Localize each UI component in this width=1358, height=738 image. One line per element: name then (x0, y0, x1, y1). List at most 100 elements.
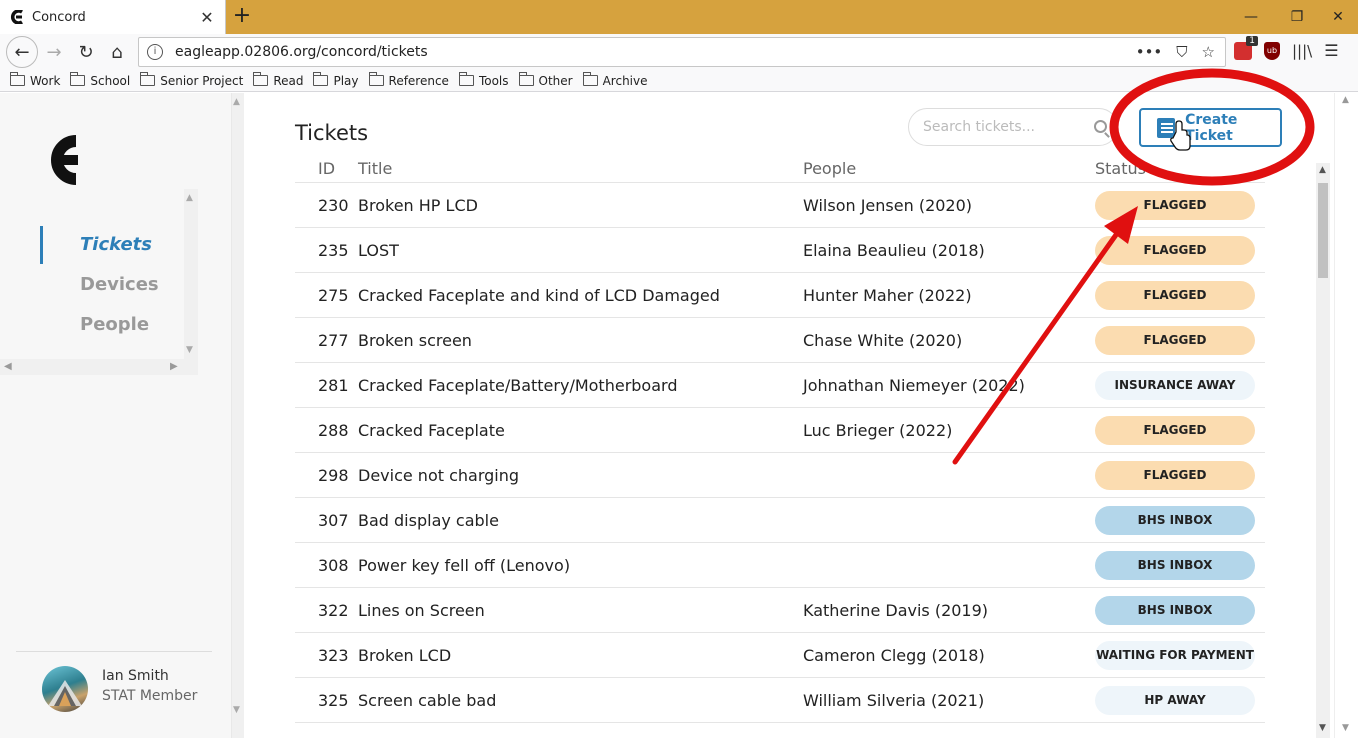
ticket-title[interactable]: Bad display cable (358, 511, 803, 530)
pocket-icon[interactable]: ⛉ (1176, 43, 1187, 61)
bookmark-work[interactable]: Work (10, 72, 60, 88)
search-input[interactable] (923, 119, 1093, 135)
close-window-icon[interactable]: ✕ (1318, 0, 1358, 34)
column-people[interactable]: People (803, 159, 1095, 178)
scroll-down-icon[interactable]: ▼ (1319, 723, 1326, 733)
bookmark-archive[interactable]: Archive (582, 72, 648, 88)
ticket-title[interactable]: Broken HP LCD (358, 196, 803, 215)
status-badge[interactable]: FLAGGED (1095, 460, 1255, 490)
table-row[interactable]: 277 Broken screen Chase White (2020) FLAGGE… (295, 318, 1265, 363)
scroll-up-icon[interactable]: ▲ (1342, 95, 1349, 105)
ticket-people[interactable]: Chase White (2020) (803, 331, 1095, 350)
table-row[interactable]: 288 Cracked Faceplate Luc Brieger (2022) FL… (295, 408, 1265, 453)
ticket-title[interactable]: Broken screen (358, 331, 803, 350)
sidebar-item-people[interactable]: People (40, 306, 149, 344)
close-tab-icon[interactable]: ✕ (195, 8, 219, 27)
ticket-title[interactable]: Broken LCD (358, 646, 803, 665)
table-row[interactable]: 325 Screen cable bad William Silveria (202… (295, 678, 1265, 723)
status-badge[interactable]: FLAGGED (1095, 235, 1255, 265)
reload-icon[interactable]: ↻ (70, 36, 102, 68)
extension-red-icon[interactable]: 1 (1234, 35, 1258, 60)
column-status[interactable]: Status (1095, 159, 1265, 178)
ticket-people[interactable]: Luc Brieger (2022) (803, 421, 1095, 440)
back-icon[interactable]: ← (6, 36, 38, 68)
ticket-people[interactable]: Johnathan Niemeyer (2022) (803, 376, 1095, 395)
bookmark-school[interactable]: School (70, 72, 130, 88)
table-row[interactable]: 307 Bad display cable BHS INBOX (295, 498, 1265, 543)
user-profile[interactable]: Ian Smith STAT Member (16, 651, 212, 721)
table-row[interactable]: 235 LOST Elaina Beaulieu (2018) FLAGGED (295, 228, 1265, 273)
scroll-right-icon[interactable]: ▶ (170, 361, 178, 372)
column-title[interactable]: Title (358, 159, 803, 178)
status-badge[interactable]: FLAGGED (1095, 325, 1255, 355)
bookmark-read[interactable]: Read (253, 72, 303, 88)
status-badge[interactable]: INSURANCE AWAY (1095, 370, 1255, 400)
new-tab-icon[interactable]: + (228, 3, 256, 31)
bookmark-other[interactable]: Other (518, 72, 573, 88)
table-row[interactable]: 298 Device not charging FLAGGED (295, 453, 1265, 498)
column-id[interactable]: ID (295, 159, 358, 178)
scroll-up-icon[interactable]: ▲ (1319, 165, 1326, 175)
ublock-icon[interactable]: ub (1264, 41, 1280, 60)
ticket-title[interactable]: Screen cable bad (358, 691, 803, 710)
scroll-thumb[interactable] (1318, 183, 1328, 278)
table-scrollbar[interactable]: ▲ ▼ (1316, 163, 1330, 738)
status-badge[interactable]: BHS INBOX (1095, 550, 1255, 580)
sidebar-item-tickets[interactable]: Tickets (40, 226, 152, 264)
sidebar-nav-hscrollbar[interactable]: ◀ ▶ (0, 359, 198, 375)
scroll-down-icon[interactable]: ▼ (186, 345, 193, 355)
ticket-title[interactable]: Power key fell off (Lenovo) (358, 556, 803, 575)
sidebar-item-devices[interactable]: Devices (40, 266, 159, 304)
browser-tab[interactable]: Concord ✕ (0, 0, 226, 34)
info-icon[interactable]: i (147, 44, 163, 60)
ticket-people[interactable]: Hunter Maher (2022) (803, 286, 1095, 305)
bookmark-tools[interactable]: Tools (458, 72, 509, 88)
ticket-people[interactable]: Wilson Jensen (2020) (803, 196, 1095, 215)
library-icon[interactable]: |||\ (1292, 42, 1312, 60)
ticket-people[interactable]: Elaina Beaulieu (2018) (803, 241, 1095, 260)
table-row[interactable]: 281 Cracked Faceplate/Battery/Motherboard… (295, 363, 1265, 408)
ticket-title[interactable]: Device not charging (358, 466, 803, 485)
status-badge[interactable]: FLAGGED (1095, 415, 1255, 445)
scroll-up-icon[interactable]: ▲ (233, 97, 240, 107)
scroll-down-icon[interactable]: ▼ (233, 705, 240, 715)
home-icon[interactable]: ⌂ (101, 36, 133, 68)
ticket-title[interactable]: Cracked Faceplate and kind of LCD Damage… (358, 286, 803, 305)
search-box[interactable] (908, 108, 1118, 146)
restore-icon[interactable]: ❐ (1274, 0, 1320, 34)
status-badge[interactable]: WAITING FOR PAYMENT (1095, 640, 1255, 670)
ticket-title[interactable]: Cracked Faceplate (358, 421, 803, 440)
sidebar-scrollbar[interactable]: ▲ ▼ (232, 93, 244, 738)
create-ticket-button[interactable]: Create Ticket (1139, 108, 1282, 147)
hamburger-menu-icon[interactable]: ☰ (1324, 41, 1338, 60)
bookmark-senior-project[interactable]: Senior Project (140, 72, 243, 88)
ticket-title[interactable]: LOST (358, 241, 803, 260)
forward-icon[interactable]: → (38, 36, 70, 68)
status-badge[interactable]: BHS INBOX (1095, 505, 1255, 535)
bookmark-play[interactable]: Play (313, 72, 359, 88)
page-actions-icon[interactable]: ••• (1136, 43, 1163, 61)
status-badge[interactable]: BHS INBOX (1095, 595, 1255, 625)
status-badge[interactable]: HP AWAY (1095, 685, 1255, 715)
table-row[interactable]: 323 Broken LCD Cameron Clegg (2018) WAITING… (295, 633, 1265, 678)
table-row[interactable]: 230 Broken HP LCD Wilson Jensen (2020) FLAG… (295, 183, 1265, 228)
status-badge[interactable]: FLAGGED (1095, 190, 1255, 220)
url-text[interactable]: eagleapp.02806.org/concord/tickets (175, 44, 1136, 60)
ticket-people[interactable]: Katherine Davis (2019) (803, 601, 1095, 620)
scroll-left-icon[interactable]: ◀ (4, 361, 12, 372)
status-badge[interactable]: FLAGGED (1095, 280, 1255, 310)
ticket-title[interactable]: Lines on Screen (358, 601, 803, 620)
scroll-down-icon[interactable]: ▼ (1342, 723, 1349, 733)
table-row[interactable]: 275 Cracked Faceplate and kind of LCD Dam… (295, 273, 1265, 318)
scroll-up-icon[interactable]: ▲ (186, 193, 193, 203)
search-icon[interactable] (1094, 120, 1107, 133)
ticket-people[interactable]: Cameron Clegg (2018) (803, 646, 1095, 665)
concord-logo-icon[interactable] (40, 133, 80, 187)
ticket-people[interactable]: William Silveria (2021) (803, 691, 1095, 710)
table-row[interactable]: 308 Power key fell off (Lenovo) BHS INBOX (295, 543, 1265, 588)
bookmark-reference[interactable]: Reference (368, 72, 449, 88)
url-bar[interactable]: i eagleapp.02806.org/concord/tickets •••… (138, 37, 1226, 67)
ticket-title[interactable]: Cracked Faceplate/Battery/Motherboard (358, 376, 803, 395)
page-scrollbar[interactable]: ▲ ▼ (1334, 93, 1358, 738)
minimize-icon[interactable]: — (1228, 0, 1274, 34)
